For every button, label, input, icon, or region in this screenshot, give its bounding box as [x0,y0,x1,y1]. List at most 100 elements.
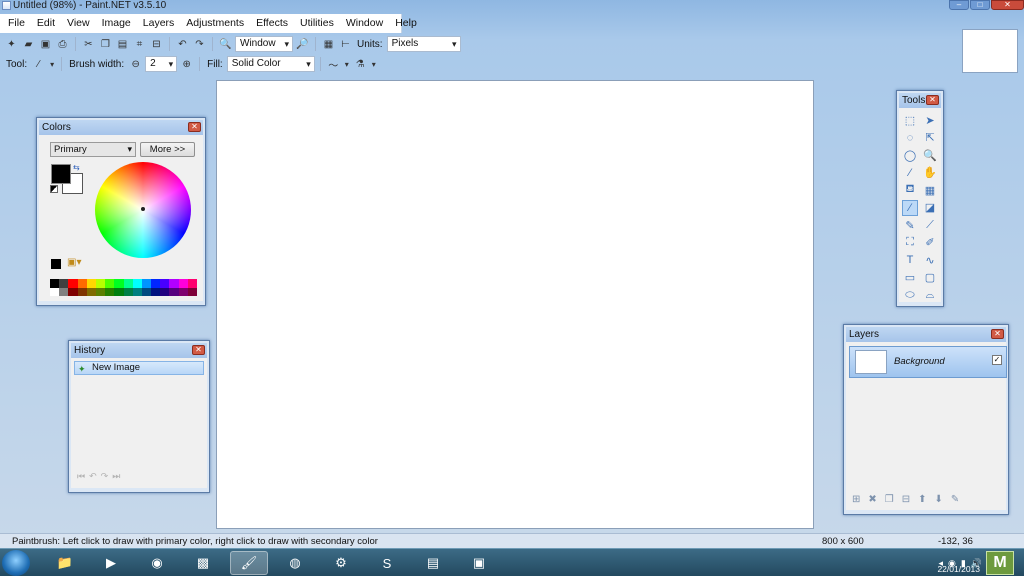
palette-swatch[interactable] [178,287,188,296]
menu-layers[interactable]: Layers [137,14,181,33]
close-icon[interactable]: ✕ [192,345,205,355]
freeform-shape-tool-icon[interactable]: ⌓ [922,287,938,303]
delete-layer-icon[interactable]: ✖ [868,494,876,505]
chevron-down-icon[interactable]: ▾ [48,57,56,72]
palette-swatch[interactable] [123,287,133,296]
rounded-rectangle-tool-icon[interactable]: ▢ [922,270,938,286]
ellipse-select-tool-icon[interactable]: ◯ [902,147,918,163]
palette-swatch[interactable] [141,279,152,288]
zoom-out-icon[interactable]: 🔍 [218,37,233,52]
add-layer-icon[interactable]: ⊞ [852,494,860,505]
minecraft-icon[interactable]: ▩ [184,551,222,575]
close-button[interactable]: ✕ [991,0,1024,10]
blend-mode-icon[interactable]: ⚗ [353,57,368,72]
palette-swatch[interactable] [59,279,69,288]
open-icon[interactable]: ▰ [21,37,36,52]
add-to-palette-swatch[interactable] [51,259,61,269]
menu-adjustments[interactable]: Adjustments [180,14,250,33]
save-icon[interactable]: ▣ [38,37,53,52]
explorer-icon[interactable]: 📁 [46,551,84,575]
print-icon[interactable]: ⎙ [55,37,70,52]
history-panel-title[interactable]: History ✕ [71,343,207,358]
palette-swatch[interactable] [187,287,197,296]
colors-panel-title[interactable]: Colors ✕ [39,120,203,135]
lasso-select-tool-icon[interactable]: ◌ [902,130,918,146]
gradient-tool-icon[interactable]: ▦ [922,182,938,198]
redo-icon[interactable]: ↷ [192,37,207,52]
title-bar[interactable]: Untitled (98%) - Paint.NET v3.5.10 [0,0,1024,12]
close-icon[interactable]: ✕ [991,329,1004,339]
deselect-icon[interactable]: ⊟ [149,37,164,52]
taskbar-date[interactable]: 22/01/2013 [937,564,980,574]
menu-view[interactable]: View [61,14,96,33]
layers-panel-title[interactable]: Layers ✕ [846,327,1006,342]
palette-swatch[interactable] [50,287,60,296]
palette-swatch[interactable] [169,279,179,288]
palette-swatch[interactable] [59,287,69,296]
grid-icon[interactable]: ▦ [321,37,336,52]
palette-swatch[interactable] [178,279,188,288]
fast-forward-icon[interactable]: ⏭ [112,471,120,482]
swap-colors-icon[interactable]: ⇆ [73,163,80,172]
menu-effects[interactable]: Effects [250,14,294,33]
paintbrush-tool-icon[interactable]: ∕ [902,199,918,216]
paste-icon[interactable]: ▤ [115,37,130,52]
primary-color-swatch[interactable] [51,164,71,184]
notes-icon[interactable]: ▤ [414,551,452,575]
cut-icon[interactable]: ✂ [81,37,96,52]
palette-swatch[interactable] [68,287,78,296]
palette-swatch[interactable] [151,287,161,296]
steam-icon[interactable]: ⚙ [322,551,360,575]
palette-swatch[interactable] [169,287,179,296]
ellipse-tool-icon[interactable]: ⬭ [902,287,918,303]
undo-icon[interactable]: ↶ [175,37,190,52]
increase-icon[interactable]: ⊕ [179,57,194,72]
merge-layer-icon[interactable]: ⊟ [902,494,910,505]
magic-wand-tool-icon[interactable]: ⁄ [902,165,918,181]
zoom-in-icon[interactable]: 🔎 [295,37,310,52]
pan-tool-icon[interactable]: ✋ [922,165,938,181]
palette-swatch[interactable] [50,279,60,288]
move-selected-pixels-tool-icon[interactable]: ➤ [922,112,938,128]
paintnet-taskbar-icon[interactable]: 🖌 [230,551,268,575]
menu-help[interactable]: Help [389,14,423,33]
layer-properties-icon[interactable]: ✎ [951,494,959,505]
palette-swatch[interactable] [160,279,170,288]
menu-edit[interactable]: Edit [31,14,61,33]
menu-window[interactable]: Window [340,14,389,33]
app-icon[interactable]: ◍ [276,551,314,575]
paintbrush-icon[interactable]: ∕ [31,57,46,72]
decrease-icon[interactable]: ⊖ [128,57,143,72]
color-mode-dropdown[interactable]: Primary [50,142,136,157]
move-layer-up-icon[interactable]: ⬆ [918,494,926,505]
move-layer-down-icon[interactable]: ⬇ [935,494,943,505]
more-colors-button[interactable]: More >> [140,142,195,157]
recorder-icon[interactable]: ▣ [460,551,498,575]
minimize-button[interactable]: – [949,0,969,10]
menu-image[interactable]: Image [96,14,137,33]
palette-swatch[interactable] [95,279,106,288]
palette-swatch[interactable] [123,279,133,288]
image-canvas[interactable] [216,80,814,529]
chevron-down-icon[interactable]: ▾ [370,57,378,72]
palette-swatch[interactable] [77,279,87,288]
paint-bucket-tool-icon[interactable]: ⛾ [902,182,918,198]
palette-swatch[interactable] [187,279,197,288]
maximize-button[interactable]: □ [970,0,990,10]
reset-colors-icon[interactable] [50,185,58,193]
palette-swatch[interactable] [132,279,142,288]
clone-stamp-tool-icon[interactable]: ⛶ [902,235,918,251]
palette-swatch[interactable] [132,287,142,296]
text-tool-icon[interactable]: T [902,252,918,268]
history-item[interactable]: ✦ New Image [74,361,204,375]
menu-utilities[interactable]: Utilities [294,14,340,33]
palette-swatch[interactable] [151,279,161,288]
close-icon[interactable]: ✕ [926,95,939,105]
chevron-down-icon[interactable]: ▾ [343,57,351,72]
palette-swatch[interactable] [105,279,115,288]
start-button[interactable] [2,550,30,576]
line-curve-tool-icon[interactable]: ∿ [922,252,938,268]
new-icon[interactable]: ✦ [4,37,19,52]
palette-swatch[interactable] [114,279,124,288]
crop-icon[interactable]: ⌗ [132,37,147,52]
